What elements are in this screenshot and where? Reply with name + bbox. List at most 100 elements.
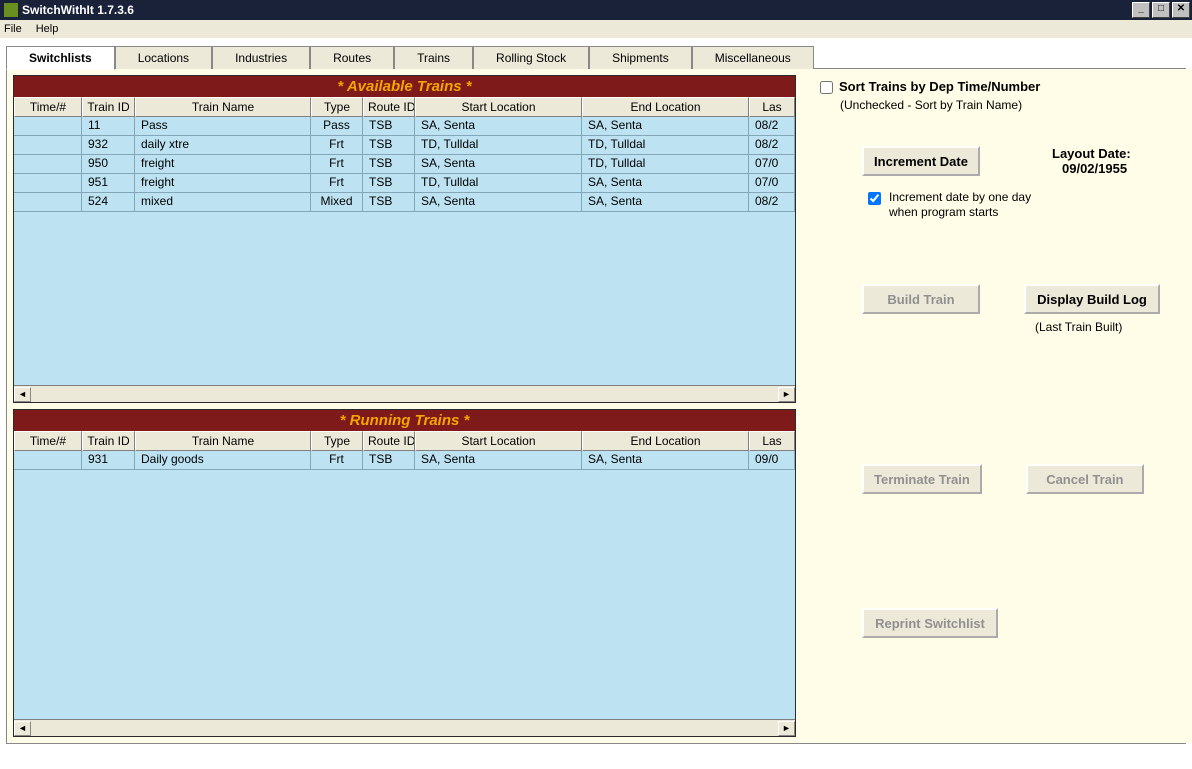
cell: Pass bbox=[311, 117, 363, 136]
tab-switchlists[interactable]: Switchlists bbox=[6, 46, 115, 70]
col-start-loc[interactable]: Start Location bbox=[415, 431, 582, 451]
cell bbox=[14, 193, 82, 212]
tab-miscellaneous[interactable]: Miscellaneous bbox=[692, 46, 814, 69]
cell: TSB bbox=[363, 155, 415, 174]
col-last[interactable]: Las bbox=[749, 97, 795, 117]
col-end-loc[interactable]: End Location bbox=[582, 431, 749, 451]
table-row[interactable]: 950freightFrtTSBSA, SentaTD, Tulldal07/0 bbox=[14, 155, 795, 174]
cell: TD, Tulldal bbox=[415, 136, 582, 155]
cell: freight bbox=[135, 174, 311, 193]
menu-help[interactable]: Help bbox=[36, 23, 59, 35]
available-header: Time/# Train ID Train Name Type Route ID… bbox=[14, 97, 795, 117]
sort-checkbox[interactable] bbox=[820, 81, 833, 94]
tab-routes[interactable]: Routes bbox=[310, 46, 394, 69]
running-hscroll[interactable]: ◄ ► bbox=[14, 719, 795, 736]
table-row[interactable]: 932daily xtreFrtTSBTD, TulldalTD, Tullda… bbox=[14, 136, 795, 155]
running-trains-caption: * Running Trains * bbox=[14, 410, 795, 431]
increment-on-start-label: Increment date by one day when program s… bbox=[889, 190, 1049, 220]
table-row[interactable]: 524mixedMixedTSBSA, SentaSA, Senta08/2 bbox=[14, 193, 795, 212]
col-train-id[interactable]: Train ID bbox=[82, 431, 135, 451]
available-trains-caption: * Available Trains * bbox=[14, 76, 795, 97]
cell bbox=[14, 136, 82, 155]
tables-pane: * Available Trains * Time/# Train ID Tra… bbox=[7, 69, 802, 743]
table-row[interactable]: 931Daily goodsFrtTSBSA, SentaSA, Senta09… bbox=[14, 451, 795, 470]
tab-industries[interactable]: Industries bbox=[212, 46, 310, 69]
col-end-loc[interactable]: End Location bbox=[582, 97, 749, 117]
available-hscroll[interactable]: ◄ ► bbox=[14, 385, 795, 402]
layout-date-value: 09/02/1955 bbox=[1062, 161, 1127, 176]
scroll-right-icon[interactable]: ► bbox=[778, 721, 795, 736]
cell: 950 bbox=[82, 155, 135, 174]
cell: TSB bbox=[363, 451, 415, 470]
cell: TSB bbox=[363, 193, 415, 212]
cell: Frt bbox=[311, 155, 363, 174]
cell: Frt bbox=[311, 451, 363, 470]
cell: 931 bbox=[82, 451, 135, 470]
cell: 09/0 bbox=[749, 451, 795, 470]
cell: Pass bbox=[135, 117, 311, 136]
table-row[interactable]: 11PassPassTSBSA, SentaSA, Senta08/2 bbox=[14, 117, 795, 136]
cell: 11 bbox=[82, 117, 135, 136]
col-type[interactable]: Type bbox=[311, 97, 363, 117]
increment-on-start-checkbox[interactable] bbox=[868, 192, 881, 205]
col-train-name[interactable]: Train Name bbox=[135, 431, 311, 451]
cell: TSB bbox=[363, 136, 415, 155]
cell: 951 bbox=[82, 174, 135, 193]
cell bbox=[14, 174, 82, 193]
minimize-button[interactable]: _ bbox=[1132, 2, 1150, 18]
cell: Frt bbox=[311, 174, 363, 193]
scroll-left-icon[interactable]: ◄ bbox=[14, 387, 31, 402]
display-build-log-button[interactable]: Display Build Log bbox=[1024, 284, 1160, 314]
sort-label: Sort Trains by Dep Time/Number bbox=[839, 79, 1040, 94]
col-time[interactable]: Time/# bbox=[14, 97, 82, 117]
side-pane: Sort Trains by Dep Time/Number (Unchecke… bbox=[802, 69, 1192, 743]
col-train-name[interactable]: Train Name bbox=[135, 97, 311, 117]
cell bbox=[14, 451, 82, 470]
cell: 932 bbox=[82, 136, 135, 155]
col-last[interactable]: Las bbox=[749, 431, 795, 451]
menu-bar: File Help bbox=[0, 20, 1192, 38]
cell: Frt bbox=[311, 136, 363, 155]
reprint-switchlist-button[interactable]: Reprint Switchlist bbox=[862, 608, 998, 638]
available-body[interactable]: 11PassPassTSBSA, SentaSA, Senta08/2932da… bbox=[14, 117, 795, 385]
cell: TD, Tulldal bbox=[582, 136, 749, 155]
cell: SA, Senta bbox=[582, 451, 749, 470]
table-row[interactable]: 951freightFrtTSBTD, TulldalSA, Senta07/0 bbox=[14, 174, 795, 193]
scroll-track[interactable] bbox=[31, 721, 778, 736]
scroll-right-icon[interactable]: ► bbox=[778, 387, 795, 402]
cancel-train-button[interactable]: Cancel Train bbox=[1026, 464, 1144, 494]
tab-locations[interactable]: Locations bbox=[115, 46, 212, 69]
col-route-id[interactable]: Route ID bbox=[363, 431, 415, 451]
cell: Daily goods bbox=[135, 451, 311, 470]
col-type[interactable]: Type bbox=[311, 431, 363, 451]
cell: SA, Senta bbox=[582, 174, 749, 193]
scroll-track[interactable] bbox=[31, 387, 778, 402]
cell: 08/2 bbox=[749, 136, 795, 155]
cell: 524 bbox=[82, 193, 135, 212]
available-trains-panel: * Available Trains * Time/# Train ID Tra… bbox=[13, 75, 796, 403]
app-icon bbox=[4, 3, 18, 17]
col-train-id[interactable]: Train ID bbox=[82, 97, 135, 117]
cell bbox=[14, 155, 82, 174]
cell: freight bbox=[135, 155, 311, 174]
col-time[interactable]: Time/# bbox=[14, 431, 82, 451]
running-trains-panel: * Running Trains * Time/# Train ID Train… bbox=[13, 409, 796, 737]
cell: 08/2 bbox=[749, 193, 795, 212]
increment-date-button[interactable]: Increment Date bbox=[862, 146, 980, 176]
col-start-loc[interactable]: Start Location bbox=[415, 97, 582, 117]
cell: Mixed bbox=[311, 193, 363, 212]
running-body[interactable]: 931Daily goodsFrtTSBSA, SentaSA, Senta09… bbox=[14, 451, 795, 719]
app-title: SwitchWithIt 1.7.3.6 bbox=[22, 3, 134, 17]
tab-shipments[interactable]: Shipments bbox=[589, 46, 692, 69]
build-train-button[interactable]: Build Train bbox=[862, 284, 980, 314]
tab-trains[interactable]: Trains bbox=[394, 46, 473, 69]
maximize-button[interactable]: □ bbox=[1152, 2, 1170, 18]
terminate-train-button[interactable]: Terminate Train bbox=[862, 464, 982, 494]
close-button[interactable]: ✕ bbox=[1172, 2, 1190, 18]
scroll-left-icon[interactable]: ◄ bbox=[14, 721, 31, 736]
cell: daily xtre bbox=[135, 136, 311, 155]
col-route-id[interactable]: Route ID bbox=[363, 97, 415, 117]
menu-file[interactable]: File bbox=[4, 23, 22, 35]
tab-rollingstock[interactable]: Rolling Stock bbox=[473, 46, 589, 69]
title-bar: SwitchWithIt 1.7.3.6 _ □ ✕ bbox=[0, 0, 1192, 20]
